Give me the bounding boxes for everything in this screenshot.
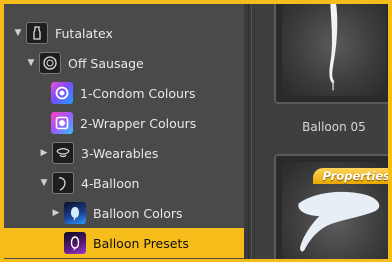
tree-item-label: 1-Condom Colours xyxy=(80,85,196,101)
figure-icon xyxy=(26,22,48,44)
balloon-outline-icon xyxy=(52,172,74,194)
tree-item-label: Off Sausage xyxy=(68,55,144,71)
thumbnail-caption: Balloon 05 xyxy=(302,120,366,134)
folder-tree: ▼ Futalatex ▼ Off Sausage 1-Condom Colou… xyxy=(4,4,244,259)
expanded-arrow-icon[interactable]: ▼ xyxy=(26,58,36,68)
balloon-presets-icon xyxy=(64,232,86,254)
wrapper-colours-icon xyxy=(51,112,73,134)
tree-item-futalatex[interactable]: ▼ Futalatex xyxy=(4,18,244,48)
content-library-window: ▼ Futalatex ▼ Off Sausage 1-Condom Colou… xyxy=(4,4,388,259)
tree-item-label: 2-Wrapper Colours xyxy=(80,115,197,131)
condom-colours-icon xyxy=(51,82,73,104)
tree-item-balloon-presets[interactable]: Balloon Presets xyxy=(4,228,244,258)
tree-item-off-sausage[interactable]: ▼ Off Sausage xyxy=(4,48,244,78)
tree-item-wearables[interactable]: ▶ 3-Wearables xyxy=(4,138,244,168)
tree-item-label: Balloon Presets xyxy=(93,235,189,251)
wearables-icon xyxy=(52,142,74,164)
preset-thumbnail[interactable]: Properties xyxy=(274,154,388,259)
splitter-grip xyxy=(248,4,249,259)
splitter-grip xyxy=(251,4,252,259)
balloon-colors-icon xyxy=(64,202,86,224)
tree-item-label: Futalatex xyxy=(55,25,113,41)
panel-splitter[interactable] xyxy=(244,4,255,259)
expanded-arrow-icon[interactable]: ▼ xyxy=(39,178,49,188)
expanded-arrow-icon[interactable]: ▼ xyxy=(13,28,23,38)
tree-item-label: 3-Wearables xyxy=(81,145,159,161)
tree-item-balloon[interactable]: ▼ 4-Balloon xyxy=(4,168,244,198)
balloon-shape-icon xyxy=(329,4,338,91)
thumbnail-image xyxy=(282,4,386,96)
collapsed-arrow-icon[interactable]: ▶ xyxy=(51,208,61,218)
preset-thumbnail-grid: Balloon 05 Properties xyxy=(255,4,388,259)
tree-item-label: 4-Balloon xyxy=(81,175,140,191)
properties-badge: Properties xyxy=(312,168,388,184)
tree-item-wrapper-colours[interactable]: 2-Wrapper Colours xyxy=(4,108,244,138)
preset-thumbnail-balloon-05[interactable] xyxy=(274,4,388,104)
lens-icon xyxy=(39,52,61,74)
collapsed-arrow-icon[interactable]: ▶ xyxy=(39,148,49,158)
tree-item-label: Balloon Colors xyxy=(93,205,183,221)
tree-item-condom-colours[interactable]: 1-Condom Colours xyxy=(4,78,244,108)
tree-item-balloon-colors[interactable]: ▶ Balloon Colors xyxy=(4,198,244,228)
